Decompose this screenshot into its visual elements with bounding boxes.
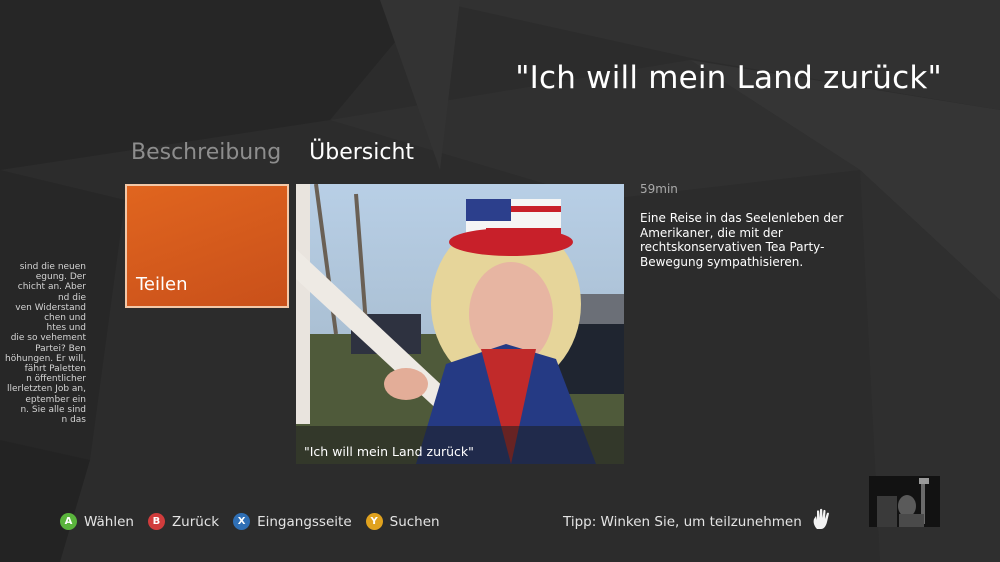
button-a-select[interactable]: A Wählen bbox=[60, 513, 134, 530]
previous-description-line: egung. Der bbox=[35, 272, 86, 283]
episode-photo bbox=[296, 184, 624, 464]
page-title: "Ich will mein Land zurück" bbox=[515, 60, 942, 96]
controller-legend: A Wählen B Zurück X Eingangsseite Y Such… bbox=[60, 513, 440, 530]
a-button-icon: A bbox=[60, 513, 77, 530]
kinect-tip: Tipp: Winken Sie, um teilzunehmen bbox=[563, 514, 802, 530]
button-x-label: Eingangsseite bbox=[257, 513, 352, 530]
episode-duration: 59min bbox=[640, 182, 678, 196]
previous-description-line: htes und bbox=[46, 323, 86, 334]
button-b-back[interactable]: B Zurück bbox=[147, 513, 220, 530]
previous-description-line: Partei? Ben bbox=[35, 343, 86, 354]
x-button-icon: X bbox=[233, 513, 251, 530]
share-tile[interactable]: Teilen bbox=[125, 184, 289, 308]
previous-description-line: llerletzten Job an, bbox=[7, 384, 86, 395]
previous-description-line: n das bbox=[61, 415, 86, 426]
previous-description-line: chen und bbox=[44, 313, 86, 324]
kinect-camera-preview bbox=[869, 476, 940, 527]
previous-description-line: n öffentlicher bbox=[26, 374, 86, 385]
previous-description-line: fährt Paletten bbox=[24, 364, 86, 375]
previous-description-line: nd die bbox=[57, 292, 86, 303]
previous-description-line: chicht an. Aber bbox=[17, 282, 86, 293]
share-tile-label: Teilen bbox=[136, 274, 188, 295]
hand-wave-icon bbox=[813, 508, 829, 529]
thumbnail-caption: "Ich will mein Land zurück" bbox=[304, 444, 474, 459]
previous-description-panel: sind die neuen egung. Der chicht an. Aber n… bbox=[0, 262, 86, 432]
previous-description-line: sind die neuen bbox=[19, 262, 86, 272]
previous-description-line: höhungen. Er will, bbox=[5, 353, 86, 364]
previous-description-line: eptember ein bbox=[25, 394, 86, 405]
y-button-icon: Y bbox=[365, 513, 383, 530]
tab-beschreibung[interactable]: Beschreibung bbox=[131, 140, 281, 165]
previous-description-line: die so vehement bbox=[10, 333, 86, 344]
tab-uebersicht[interactable]: Übersicht bbox=[309, 140, 414, 165]
episode-description: Eine Reise in das Seelenleben der Amerik… bbox=[640, 211, 844, 269]
button-y-search[interactable]: Y Suchen bbox=[365, 513, 440, 530]
button-a-label: Wählen bbox=[84, 513, 134, 530]
button-b-label: Zurück bbox=[171, 513, 220, 530]
previous-description-line: ven Widerstand bbox=[15, 302, 86, 313]
button-x-home[interactable]: X Eingangsseite bbox=[233, 513, 352, 530]
button-y-label: Suchen bbox=[389, 513, 440, 530]
tab-bar: Beschreibung Übersicht bbox=[131, 140, 414, 165]
previous-description-line: n. Sie alle sind bbox=[20, 404, 86, 415]
b-button-icon: B bbox=[147, 513, 165, 530]
episode-thumbnail[interactable]: "Ich will mein Land zurück" bbox=[296, 184, 624, 464]
